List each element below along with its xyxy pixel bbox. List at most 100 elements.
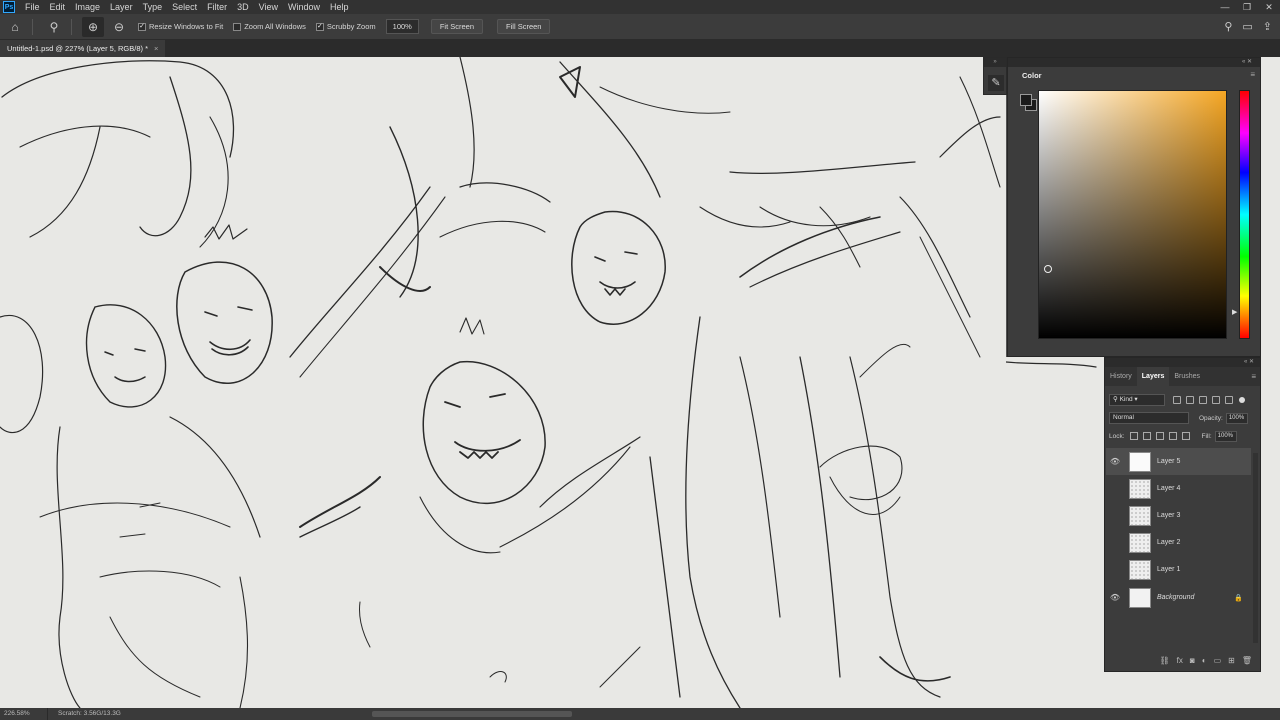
menu-type[interactable]: Type	[138, 0, 168, 14]
canvas-right-edge[interactable]	[1260, 57, 1280, 708]
visibility-eye-icon[interactable]: 👁	[1108, 511, 1122, 520]
menu-filter[interactable]: Filter	[202, 0, 232, 14]
new-layer-icon[interactable]: ⊞	[1228, 656, 1235, 665]
zoom-out-icon[interactable]: ⊖	[108, 17, 130, 37]
brush-settings-icon[interactable]: ✎	[988, 75, 1004, 91]
lock-label: Lock:	[1109, 432, 1125, 440]
photoshop-logo-icon: Ps	[3, 1, 15, 13]
lock-transparent-icon[interactable]	[1129, 432, 1138, 440]
filter-toggle-icon[interactable]	[1239, 397, 1245, 403]
layer-row-layer-1[interactable]: 👁 Layer 1	[1106, 556, 1251, 583]
menu-image[interactable]: Image	[70, 0, 105, 14]
adjustment-layer-icon[interactable]: ◐	[1202, 656, 1207, 665]
restore-button[interactable]: ❐	[1236, 0, 1258, 14]
menu-edit[interactable]: Edit	[45, 0, 71, 14]
menu-select[interactable]: Select	[167, 0, 202, 14]
tab-color[interactable]: Color	[1008, 67, 1044, 85]
fill-screen-button[interactable]: Fill Screen	[497, 19, 551, 34]
layers-scrollbar[interactable]	[1253, 453, 1258, 643]
layer-row-layer-2[interactable]: 👁 Layer 2	[1106, 529, 1251, 556]
type-filter-icon[interactable]	[1199, 396, 1207, 404]
status-info[interactable]: Scratch: 3.56G/13.3G	[48, 708, 121, 720]
hue-slider-handle-icon[interactable]: ▶	[1232, 308, 1237, 316]
tab-layers[interactable]: Layers	[1136, 367, 1170, 386]
lock-artboard-icon[interactable]	[1168, 432, 1177, 440]
workspace-icon[interactable]: ▭	[1242, 20, 1252, 33]
hue-slider[interactable]	[1239, 90, 1250, 339]
collapse-arrows-icon[interactable]: »	[984, 58, 1006, 67]
visibility-eye-icon[interactable]: 👁	[1108, 538, 1122, 547]
zoom-all-windows-checkbox[interactable]: Zoom All Windows	[233, 22, 306, 31]
close-window-button[interactable]: ✕	[1258, 0, 1280, 14]
document-canvas[interactable]	[0, 57, 1006, 708]
menu-view[interactable]: View	[254, 0, 283, 14]
fit-screen-button[interactable]: Fit Screen	[430, 19, 484, 34]
layer-filter-row: ⚲ Kind ▾	[1109, 393, 1258, 407]
zoom-tool-icon[interactable]: ⚲	[43, 17, 65, 37]
lock-icon: 🔒	[1234, 594, 1243, 602]
search-icon[interactable]: ⚲	[1224, 20, 1232, 33]
foreground-color-swatch[interactable]	[1020, 94, 1032, 106]
link-layers-icon[interactable]: ⛓	[1160, 656, 1170, 665]
horizontal-scrollbar[interactable]	[372, 711, 572, 717]
lock-image-icon[interactable]	[1142, 432, 1151, 440]
color-picker-cursor[interactable]	[1044, 265, 1052, 273]
lock-row: Lock: Fill: 100%	[1109, 429, 1258, 443]
filter-icons	[1173, 396, 1233, 404]
collapse-panel-icon[interactable]: « ✕	[1244, 358, 1254, 367]
blend-mode-select[interactable]: Normal	[1109, 412, 1189, 424]
layer-thumbnail	[1129, 478, 1151, 499]
new-group-icon[interactable]: ▭	[1214, 656, 1222, 665]
layer-row-layer-3[interactable]: 👁 Layer 3	[1106, 502, 1251, 529]
add-mask-icon[interactable]: ◙	[1190, 656, 1195, 665]
pixel-filter-icon[interactable]	[1173, 396, 1181, 404]
minimize-button[interactable]: —	[1214, 0, 1236, 14]
layer-row-layer-5[interactable]: 👁 Layer 5	[1106, 448, 1251, 475]
canvas-bottom-strip[interactable]	[1104, 672, 1260, 708]
document-tab[interactable]: Untitled-1.psd @ 227% (Layer 5, RGB/8) *…	[0, 40, 165, 57]
layer-style-icon[interactable]: fx	[1177, 656, 1183, 665]
canvas-extension[interactable]	[1006, 357, 1104, 708]
menu-file[interactable]: File	[20, 0, 45, 14]
visibility-eye-icon[interactable]: 👁	[1108, 484, 1122, 493]
resize-windows-checkbox[interactable]: ✓ Resize Windows to Fit	[138, 22, 223, 31]
resize-windows-label: Resize Windows to Fit	[149, 22, 224, 31]
menu-3d[interactable]: 3D	[232, 0, 254, 14]
home-icon[interactable]: ⌂	[4, 17, 26, 37]
menu-help[interactable]: Help	[325, 0, 354, 14]
smart-object-filter-icon[interactable]	[1225, 396, 1233, 404]
layers-footer: ⛓ fx ◙ ◐ ▭ ⊞ 🗑	[1105, 649, 1260, 671]
adjustment-filter-icon[interactable]	[1186, 396, 1194, 404]
scrubby-zoom-checkbox[interactable]: ✓ Scrubby Zoom	[315, 22, 376, 31]
layer-row-background[interactable]: 👁 Background 🔒	[1106, 584, 1251, 611]
zoom-percent-field[interactable]: 100%	[385, 19, 419, 34]
menu-layer[interactable]: Layer	[105, 0, 138, 14]
visibility-eye-icon[interactable]: 👁	[1108, 457, 1122, 466]
status-zoom[interactable]: 226.58%	[0, 708, 48, 720]
share-icon[interactable]: ⇪	[1263, 20, 1272, 33]
panel-menu-icon[interactable]: ≡	[1250, 71, 1255, 79]
layer-row-layer-4[interactable]: 👁 Layer 4	[1106, 475, 1251, 502]
checkbox-checked-icon: ✓	[138, 22, 146, 31]
delete-layer-icon[interactable]: 🗑	[1242, 656, 1252, 665]
visibility-eye-icon[interactable]: 👁	[1108, 565, 1122, 574]
tab-history[interactable]: History	[1105, 367, 1137, 386]
zoom-all-windows-label: Zoom All Windows	[244, 22, 306, 31]
close-tab-icon[interactable]: ×	[154, 40, 158, 57]
lock-position-icon[interactable]	[1155, 432, 1164, 440]
color-picker-field[interactable]	[1038, 90, 1227, 339]
layer-thumbnail	[1129, 451, 1151, 472]
opacity-field[interactable]: 100%	[1225, 412, 1248, 424]
zoom-in-icon[interactable]: ⊕	[82, 16, 104, 37]
menu-window[interactable]: Window	[283, 0, 325, 14]
collapse-panel-icon[interactable]: « ✕	[1242, 58, 1252, 67]
panel-menu-icon[interactable]: ≡	[1251, 367, 1256, 386]
fill-field[interactable]: 100%	[1214, 430, 1237, 442]
kind-filter-select[interactable]: ⚲ Kind ▾	[1109, 394, 1165, 406]
tab-brushes[interactable]: Brushes	[1169, 367, 1205, 386]
shape-filter-icon[interactable]	[1212, 396, 1220, 404]
visibility-eye-icon[interactable]: 👁	[1108, 593, 1122, 602]
lock-all-icon[interactable]	[1181, 432, 1190, 440]
window-controls: — ❐ ✕	[1214, 0, 1280, 14]
panel-header-strip: « ✕	[1008, 58, 1260, 67]
